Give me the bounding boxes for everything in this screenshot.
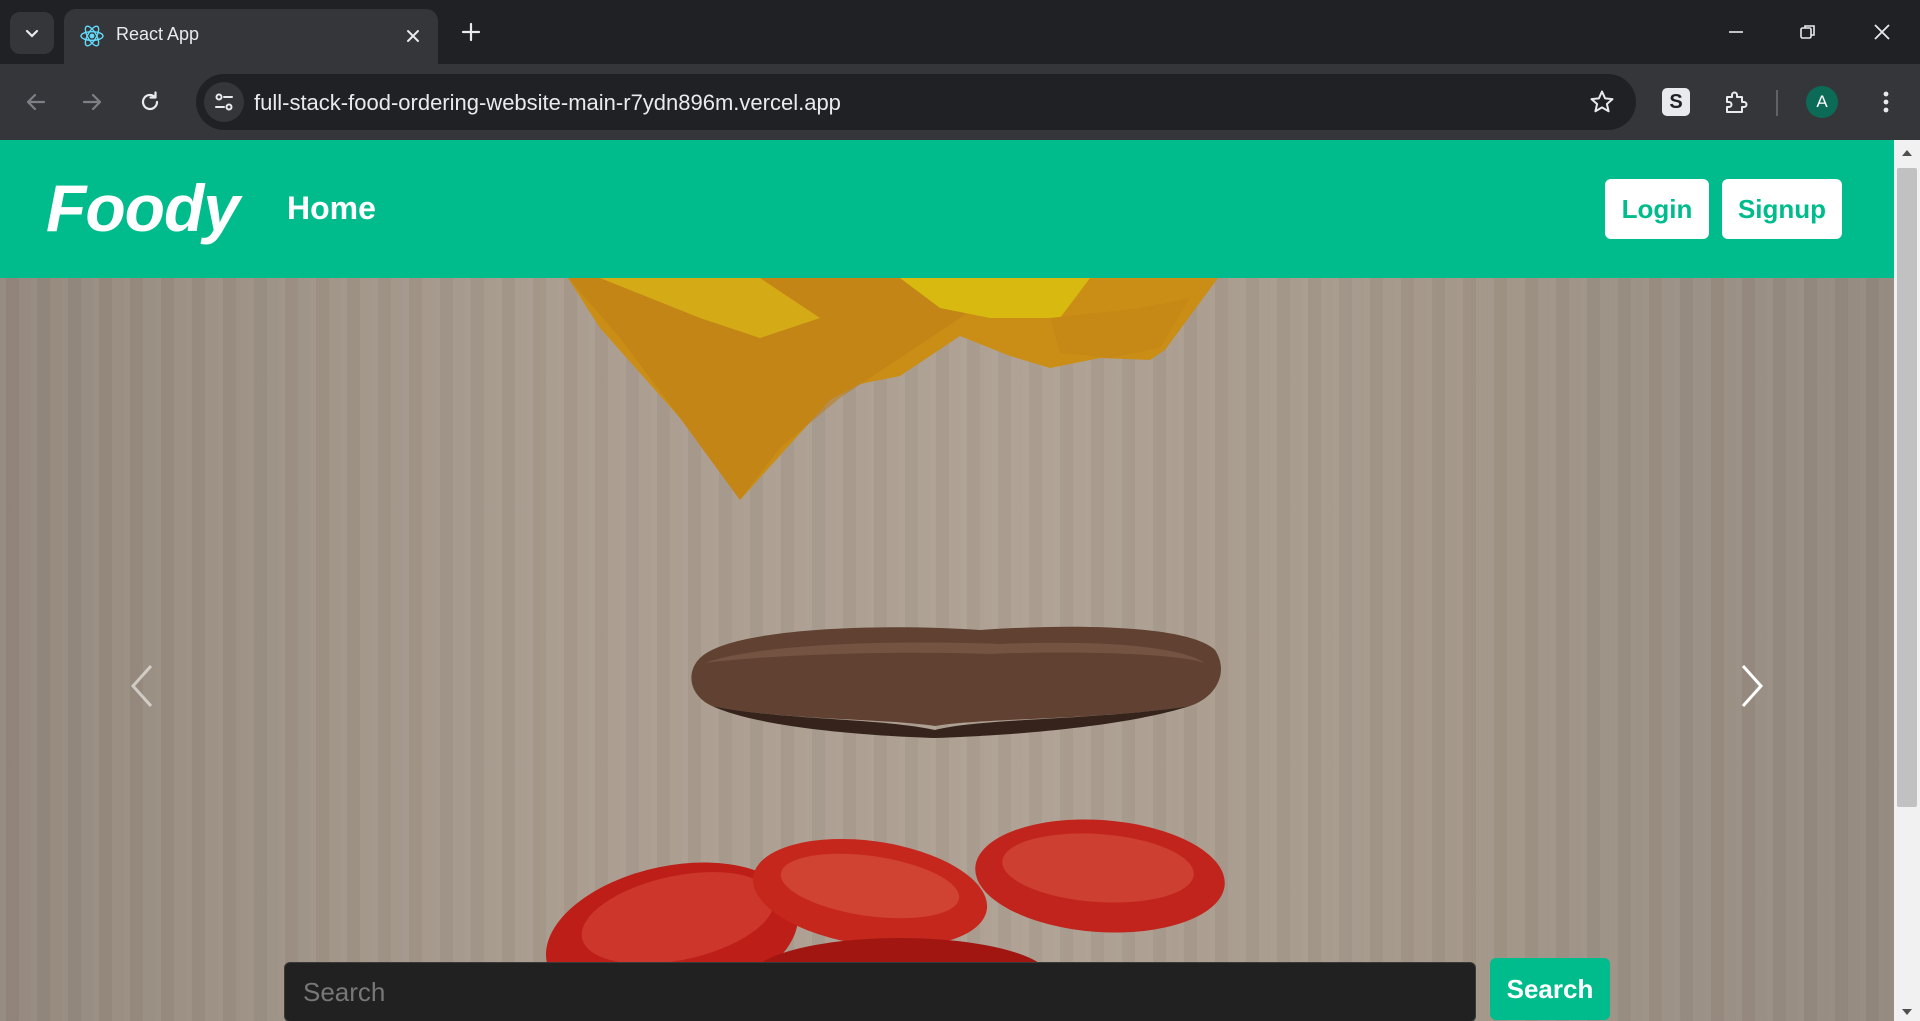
login-button[interactable]: Login [1605,179,1709,239]
url-text[interactable]: full-stack-food-ordering-website-main-r7… [254,90,841,116]
reload-button[interactable] [128,80,172,124]
address-bar[interactable]: full-stack-food-ordering-website-main-r7… [196,74,1636,130]
site-info-button[interactable] [204,82,244,122]
scroll-thumb[interactable] [1897,168,1917,807]
browser-toolbar: full-stack-food-ordering-website-main-r7… [0,64,1920,140]
carousel-overlay [0,278,1894,1021]
nav-link-home[interactable]: Home [287,190,376,227]
close-icon [1874,24,1890,40]
signup-button[interactable]: Signup [1722,179,1842,239]
react-icon [80,25,104,47]
brand-logo[interactable]: Foody [46,170,240,246]
tab-strip: React App [0,0,1920,64]
search-input[interactable] [284,962,1476,1021]
new-tab-button[interactable] [454,14,488,50]
chevron-down-icon [25,29,39,38]
back-icon [26,93,46,111]
triangle-up-icon [1902,150,1912,156]
restore-icon [1800,25,1815,39]
carousel-next-button[interactable] [1722,646,1782,726]
tab-close-button[interactable] [398,21,428,51]
close-icon [407,30,419,42]
reload-icon [141,91,159,111]
site-settings-icon [215,93,233,111]
minimize-button[interactable] [1706,10,1766,54]
forward-icon [82,93,102,111]
back-button[interactable] [14,80,58,124]
page-viewport: Foody Home Login Signup Search Search [0,140,1894,1021]
profile-avatar[interactable]: A [1806,86,1838,118]
kebab-icon [1883,91,1889,113]
chevron-right-icon [1741,664,1764,708]
carousel-prev-button[interactable] [112,646,172,726]
browser-menu-button[interactable] [1868,84,1904,120]
puzzle-icon [1726,91,1748,113]
search-button[interactable]: Search [1490,958,1610,1020]
browser-tab[interactable]: React App [64,9,438,64]
tab-title: React App [116,24,200,44]
scroll-down-arrow[interactable] [1894,1003,1920,1021]
extension-s-icon[interactable]: S [1662,88,1690,116]
star-icon [1590,90,1614,113]
extensions-button[interactable] [1720,86,1752,118]
minimize-icon [1729,31,1743,33]
restore-button[interactable] [1778,10,1838,54]
forward-button[interactable] [70,80,114,124]
site-navbar: Foody Home Login Signup [0,140,1894,278]
chevron-left-icon [130,664,153,708]
plus-icon [461,22,481,42]
close-window-button[interactable] [1852,10,1912,54]
page-scrollbar[interactable] [1894,140,1920,1021]
scroll-up-arrow[interactable] [1894,144,1920,162]
bookmark-button[interactable] [1588,88,1616,116]
hero-carousel [0,278,1894,1021]
tab-search-button[interactable] [10,12,54,54]
triangle-down-icon [1902,1009,1912,1015]
toolbar-divider [1776,90,1778,116]
